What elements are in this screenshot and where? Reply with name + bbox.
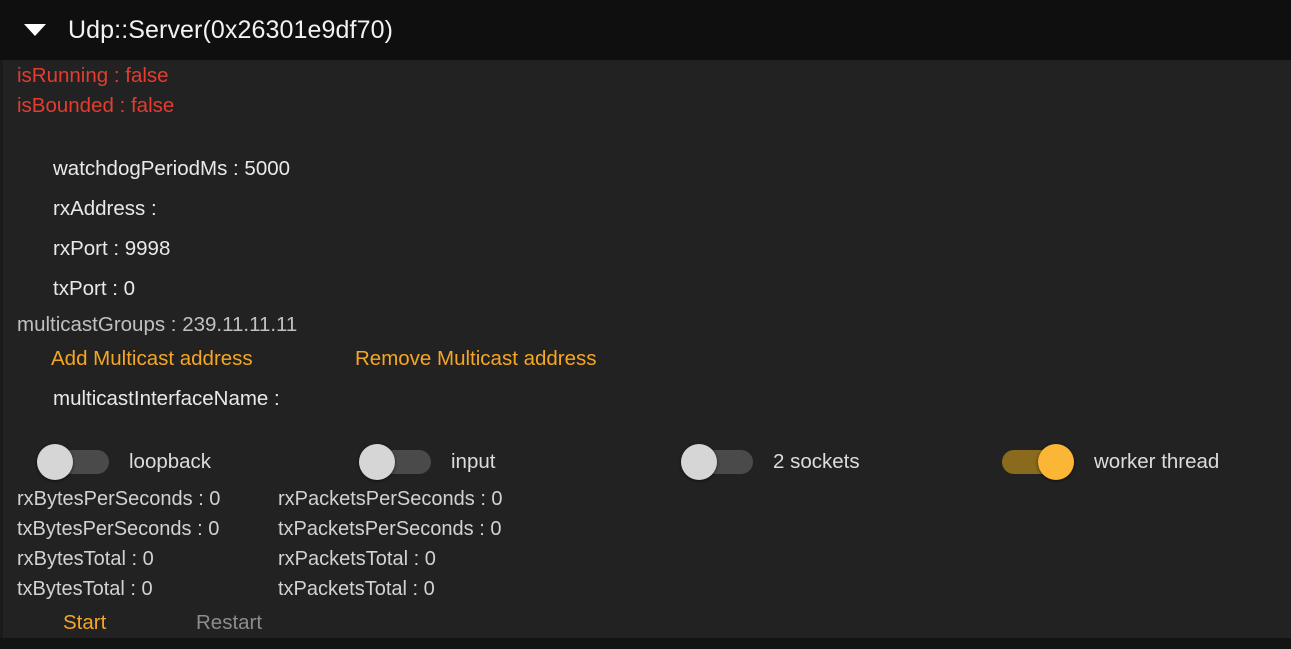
toggle-knob <box>359 444 395 480</box>
status-is-running: isRunning : false <box>17 66 169 86</box>
stat-rx-bytes-per-seconds: rxBytesPerSeconds : 0 <box>17 489 220 509</box>
panel-header[interactable]: Udp::Server(0x26301e9df70) <box>0 0 1291 60</box>
stat-tx-bytes-per-seconds: txBytesPerSeconds : 0 <box>17 519 219 539</box>
toggle-loopback-switch[interactable] <box>37 448 109 476</box>
start-button[interactable]: Start <box>63 613 106 633</box>
param-multicast-interface-name[interactable]: multicastInterfaceName : <box>53 389 280 409</box>
stat-tx-bytes-total: txBytesTotal : 0 <box>17 579 153 599</box>
chevron-down-icon[interactable] <box>24 24 46 36</box>
toggle-row: loopback input 2 sockets <box>3 432 1291 492</box>
toggle-input[interactable]: input <box>359 432 495 492</box>
param-rx-port[interactable]: rxPort : 9998 <box>53 239 170 259</box>
toggle-input-switch[interactable] <box>359 448 431 476</box>
status-is-bounded: isBounded : false <box>17 96 174 116</box>
stat-tx-packets-per-seconds: txPacketsPerSeconds : 0 <box>278 519 501 539</box>
toggle-knob <box>681 444 717 480</box>
toggle-2-sockets[interactable]: 2 sockets <box>681 432 860 492</box>
remove-multicast-address-button[interactable]: Remove Multicast address <box>355 349 597 369</box>
multicast-groups: multicastGroups : 239.11.11.11 <box>17 315 297 335</box>
toggle-knob <box>1038 444 1074 480</box>
page-title: Udp::Server(0x26301e9df70) <box>68 16 393 45</box>
toggle-loopback-label: loopback <box>129 450 211 474</box>
panel-body: isRunning : false isBounded : false watc… <box>0 60 1291 638</box>
udp-server-panel: Udp::Server(0x26301e9df70) isRunning : f… <box>0 0 1291 649</box>
param-watchdog-period-ms[interactable]: watchdogPeriodMs : 5000 <box>53 159 290 179</box>
toggle-worker-thread-label: worker thread <box>1094 450 1219 474</box>
stat-rx-packets-per-seconds: rxPacketsPerSeconds : 0 <box>278 489 503 509</box>
toggle-worker-thread-switch[interactable] <box>1002 448 1074 476</box>
toggle-knob <box>37 444 73 480</box>
add-multicast-address-button[interactable]: Add Multicast address <box>51 349 253 369</box>
bottom-strip <box>0 638 1291 649</box>
restart-button: Restart <box>196 613 262 633</box>
toggle-2-sockets-switch[interactable] <box>681 448 753 476</box>
stat-tx-packets-total: txPacketsTotal : 0 <box>278 579 435 599</box>
toggle-2-sockets-label: 2 sockets <box>773 450 860 474</box>
param-tx-port[interactable]: txPort : 0 <box>53 279 135 299</box>
toggle-input-label: input <box>451 450 495 474</box>
stat-rx-packets-total: rxPacketsTotal : 0 <box>278 549 436 569</box>
toggle-worker-thread[interactable]: worker thread <box>1002 432 1219 492</box>
stat-rx-bytes-total: rxBytesTotal : 0 <box>17 549 154 569</box>
param-rx-address[interactable]: rxAddress : <box>53 199 157 219</box>
toggle-loopback[interactable]: loopback <box>37 432 211 492</box>
